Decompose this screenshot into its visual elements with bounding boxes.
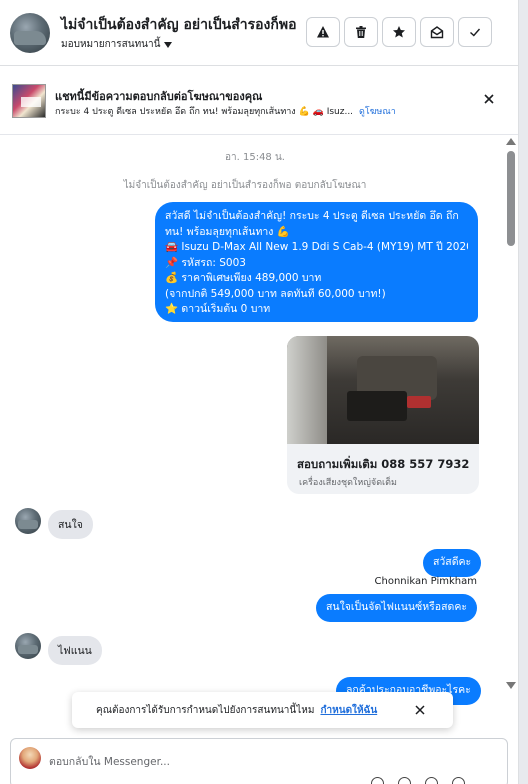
message-line: ⭐ ดาวน์เริ่มต้น 0 บาท <box>165 303 271 315</box>
ad-thumbnail[interactable] <box>12 84 46 118</box>
header-actions <box>306 17 492 47</box>
mark-done-button[interactable] <box>458 17 492 47</box>
assign-label: มอบหมายการสนทนานี้ <box>61 39 161 50</box>
star-button[interactable] <box>382 17 416 47</box>
message-timestamp: อา. 15:48 น. <box>225 152 285 163</box>
ad-reply-message[interactable]: สวัสดี ไม่จำเป็นต้องสำคัญ! กระบะ 4 ประตู… <box>155 202 478 322</box>
ad-reply-banner: แชทนี้มีข้อความตอบกลับต่อโฆษณาของคุณ กระ… <box>0 67 518 135</box>
assign-prompt-toast: คุณต้องการได้รับการกำหนดไปยังการสนทนานี้… <box>72 692 453 728</box>
message-line: 📌 รหัสรถ: S003 <box>165 256 246 269</box>
open-envelope-icon <box>430 26 444 39</box>
report-button[interactable] <box>306 17 340 47</box>
incoming-message[interactable]: สนใจ <box>48 510 93 539</box>
message-line: (จากปกติ 549,000 บาท ลดทันที 60,000 บาท!… <box>165 287 386 300</box>
banner-subtitle: กระบะ 4 ประตู ดีเซล ประหยัด อึด ถึก ทน! … <box>55 104 396 118</box>
system-message: ไม่จำเป็นต้องสำคัญ อย่าเป็นสำรองก็พอ ตอบ… <box>123 180 367 191</box>
assign-dropdown[interactable]: มอบหมายการสนทนานี้ <box>61 37 173 52</box>
ad-card-title: สอบถามเพิ่มเติม 088 557 7932 <box>297 457 470 471</box>
message-line: สวัสดี ไม่จำเป็นต้องสำคัญ! กระบะ 4 ประตู… <box>165 210 459 222</box>
reply-composer[interactable]: ตอบกลับใน Messenger... <box>10 738 508 784</box>
caret-down-icon <box>164 41 173 48</box>
emoji-icon[interactable] <box>398 777 411 784</box>
outgoing-message[interactable]: สวัสดีคะ <box>423 549 482 577</box>
close-icon[interactable] <box>414 704 426 716</box>
close-icon[interactable] <box>482 92 496 106</box>
image-icon[interactable] <box>452 777 465 784</box>
assign-to-me-link[interactable]: กำหนดให้ฉัน <box>320 703 377 718</box>
outgoing-message[interactable]: สนใจเป็นจัดไฟแนนซ์หรือสดคะ <box>316 594 477 622</box>
warning-icon <box>317 26 329 38</box>
page-avatar <box>19 747 41 769</box>
saved-reply-icon[interactable] <box>425 777 438 784</box>
view-ad-link[interactable]: ดูโฆษณา <box>359 107 396 117</box>
banner-ad-text: กระบะ 4 ประตู ดีเซล ประหยัด อึด ถึก ทน! … <box>55 107 354 117</box>
message-line: 💰 ราคาพิเศษเพียง 489,000 บาท <box>165 272 322 284</box>
scroll-up-arrow[interactable] <box>506 138 516 145</box>
reply-input-placeholder[interactable]: ตอบกลับใน Messenger... <box>49 753 170 770</box>
scroll-down-arrow[interactable] <box>506 682 516 689</box>
message-line: 🚘 Isuzu D-Max All New 1.9 Ddi S Cab-4 (M… <box>165 241 468 253</box>
delete-button[interactable] <box>344 17 378 47</box>
message-line: ทน! พร้อมลุยทุกเส้นทาง 💪 <box>165 225 290 238</box>
window-edge <box>518 0 528 784</box>
star-icon <box>393 26 405 38</box>
trash-icon <box>356 26 366 38</box>
ad-card-image <box>287 336 479 444</box>
incoming-message[interactable]: ไฟแนน <box>48 636 102 665</box>
sender-name: Chonnikan Pimkham <box>374 576 477 587</box>
check-icon <box>470 28 481 37</box>
composer-tools <box>371 777 465 784</box>
banner-title: แชทนี้มีข้อความตอบกลับต่อโฆษณาของคุณ <box>55 90 263 103</box>
message-thread[interactable]: อา. 15:48 น. ไม่จำเป็นต้องสำคัญ อย่าเป็น… <box>0 136 518 736</box>
contact-name[interactable]: ไม่จำเป็นต้องสำคัญ อย่าเป็นสำรองก็พอ <box>61 14 296 36</box>
conversation-header: ไม่จำเป็นต้องสำคัญ อย่าเป็นสำรองก็พอ มอบ… <box>0 0 518 66</box>
assign-prompt-text: คุณต้องการได้รับการกำหนดไปยังการสนทนานี้… <box>96 704 315 716</box>
attachment-icon[interactable] <box>371 777 384 784</box>
contact-avatar-small[interactable] <box>15 633 41 659</box>
scrollbar-thumb[interactable] <box>507 151 515 246</box>
contact-avatar-small[interactable] <box>15 508 41 534</box>
mark-unread-button[interactable] <box>420 17 454 47</box>
ad-card[interactable]: สอบถามเพิ่มเติม 088 557 7932 เครื่องเสีย… <box>287 336 479 494</box>
contact-avatar[interactable] <box>10 13 50 53</box>
ad-card-subtitle: เครื่องเสียงชุดใหญ่จัดเต็ม <box>299 478 397 488</box>
